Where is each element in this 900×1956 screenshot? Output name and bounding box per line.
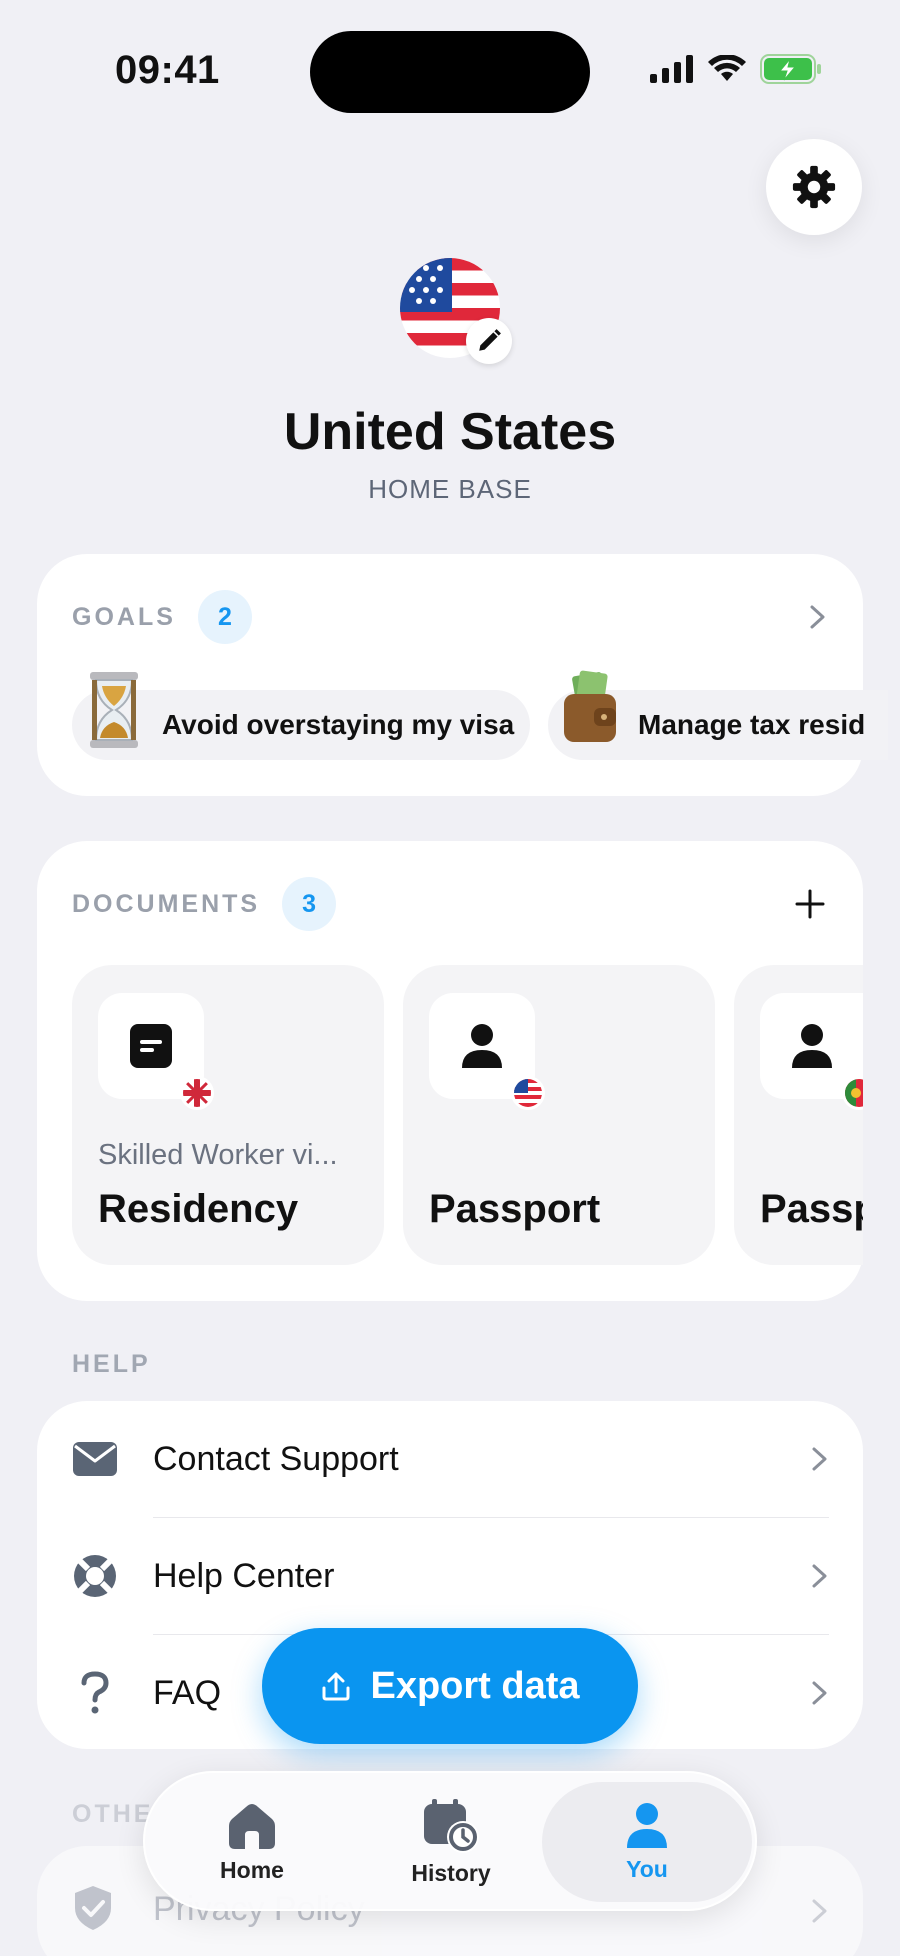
wallet-emoji-icon <box>564 670 616 742</box>
export-data-button[interactable]: Export data <box>262 1628 638 1744</box>
help-item-label: FAQ <box>153 1673 222 1712</box>
tab-home[interactable]: Home <box>154 1782 350 1902</box>
hourglass-emoji-icon <box>90 672 138 748</box>
help-item-contact-support[interactable]: Contact Support <box>37 1401 863 1517</box>
other-section-title: OTHE <box>72 1800 154 1828</box>
document-subtitle: Skilled Worker vi... <box>98 1139 338 1171</box>
document-tile-passport-us[interactable]: Passport <box>403 965 715 1265</box>
goal-label: Manage tax resid <box>638 709 866 740</box>
document-tile-residency[interactable]: Skilled Worker vi... Residency <box>72 965 384 1265</box>
goals-count-badge: 2 <box>197 590 252 644</box>
cellular-signal-icon <box>650 55 693 83</box>
shield-check-icon <box>71 1884 115 1937</box>
documents-header: DOCUMENTS 3 <box>72 877 337 931</box>
status-time: 09:41 <box>115 48 220 92</box>
person-icon <box>791 1024 832 1068</box>
document-icon <box>130 1024 172 1068</box>
export-data-label: Export data <box>370 1664 580 1707</box>
calendar-clock-icon <box>424 1798 479 1853</box>
chevron-right-icon <box>812 1899 827 1923</box>
settings-button[interactable] <box>766 139 862 235</box>
chevron-right-icon[interactable] <box>809 604 827 630</box>
edit-flag-button[interactable] <box>466 318 512 364</box>
help-item-label: Contact Support <box>153 1439 399 1478</box>
tab-bar: Home History You <box>143 1771 757 1911</box>
tab-you[interactable]: You <box>542 1782 752 1902</box>
battery-charging-icon <box>760 54 821 84</box>
tab-label: History <box>411 1859 491 1886</box>
goals-title: GOALS <box>72 602 176 631</box>
documents-count-badge: 3 <box>282 877 337 931</box>
document-title: Passp <box>760 1187 863 1231</box>
us-flag-icon <box>511 1076 545 1110</box>
chevron-right-icon <box>812 1564 827 1588</box>
add-document-icon[interactable] <box>795 889 825 919</box>
help-item-help-center[interactable]: Help Center <box>37 1518 863 1634</box>
gear-icon <box>792 165 836 209</box>
goal-chip[interactable]: Manage tax resid <box>548 670 888 760</box>
tab-label: Home <box>220 1856 284 1883</box>
help-item-label: Help Center <box>153 1556 335 1595</box>
tab-history[interactable]: History <box>353 1782 549 1902</box>
goals-header[interactable]: GOALS 2 <box>72 590 252 644</box>
status-icons <box>650 54 822 84</box>
status-bar: 09:41 <box>0 0 900 140</box>
tab-label: You <box>626 1855 668 1882</box>
profile-header: United States HOME BASE <box>0 258 900 505</box>
documents-title: DOCUMENTS <box>72 889 261 918</box>
uk-flag-icon <box>180 1076 214 1110</box>
home-base-label: HOME BASE <box>368 474 532 504</box>
document-tile-passport-pt[interactable]: Passp <box>734 965 863 1265</box>
portugal-flag-icon <box>842 1076 863 1110</box>
country-name: United States <box>283 403 617 461</box>
pencil-icon <box>479 329 501 351</box>
dynamic-island <box>310 31 590 113</box>
envelope-icon <box>71 1435 119 1483</box>
document-title: Passport <box>429 1187 601 1231</box>
document-title: Residency <box>98 1187 299 1231</box>
question-icon <box>71 1669 119 1717</box>
help-section-title: HELP <box>72 1350 151 1378</box>
goal-label: Avoid overstaying my visa <box>162 709 515 740</box>
person-icon <box>462 1024 502 1068</box>
home-icon <box>229 1803 275 1849</box>
country-flag-avatar[interactable] <box>400 258 512 364</box>
chevron-right-icon <box>812 1681 827 1705</box>
goal-chip[interactable]: Avoid overstaying my visa <box>72 672 530 760</box>
lifebuoy-icon <box>71 1552 119 1600</box>
chevron-right-icon <box>812 1447 827 1471</box>
upload-icon <box>322 1672 350 1701</box>
wifi-icon <box>708 55 746 81</box>
person-icon <box>627 1802 667 1848</box>
